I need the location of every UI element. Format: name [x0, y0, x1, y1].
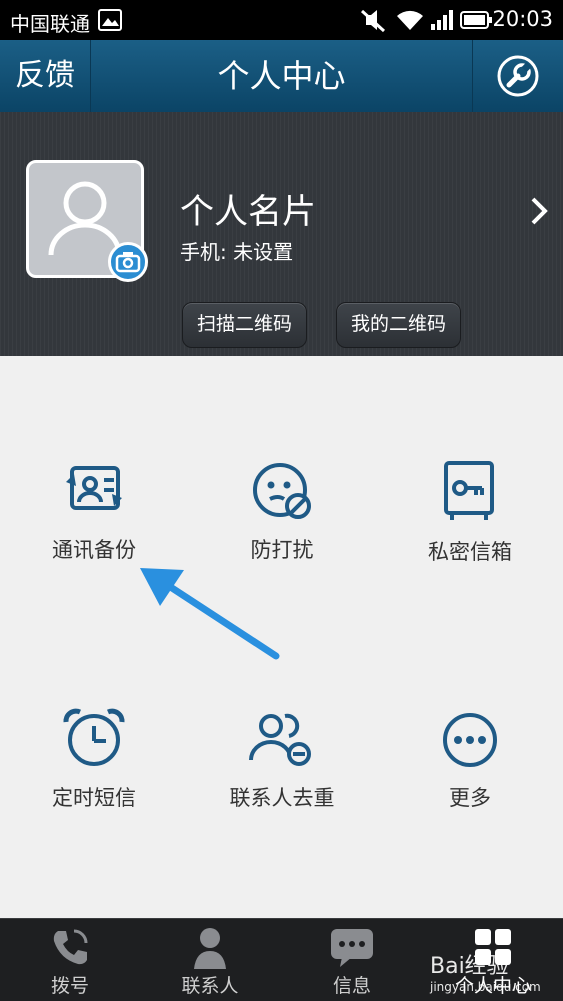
- phone-status: 手机: 未设置: [180, 240, 294, 264]
- nav-dialer[interactable]: 拨号: [0, 919, 140, 1001]
- scan-qr-button[interactable]: 扫描二维码: [182, 302, 308, 348]
- status-bar: 中国联通 20:03: [0, 0, 563, 40]
- grid-label: 联系人去重: [229, 786, 335, 810]
- nav-messages[interactable]: 信息: [282, 919, 422, 1001]
- my-qr-button[interactable]: 我的二维码: [336, 302, 462, 348]
- grid-item-scheduled-sms[interactable]: 定时短信: [0, 708, 188, 812]
- wifi-icon: [397, 10, 423, 30]
- carrier-name: 中国联通: [10, 12, 90, 36]
- nav-label: 信息: [332, 975, 371, 997]
- contact-backup-icon: [66, 466, 122, 510]
- chat-bubble-icon: [331, 929, 373, 967]
- grid-label: 更多: [449, 786, 491, 810]
- signal-icon: [431, 10, 453, 30]
- nav-label: 联系人: [181, 975, 239, 997]
- card-title: 个人名片: [180, 192, 316, 232]
- image-notification-icon: [98, 9, 122, 31]
- camera-button[interactable]: [108, 242, 148, 282]
- annotation-arrow-icon: [140, 568, 280, 660]
- contact-dedup-icon: [249, 713, 311, 766]
- alarm-clock-icon: [63, 708, 125, 766]
- profile-card[interactable]: 个人名片 手机: 未设置 扫描二维码 我的二维码: [0, 112, 563, 356]
- wrench-icon: [497, 55, 539, 97]
- grid-item-contact-dedup[interactable]: 联系人去重: [188, 708, 376, 812]
- nav-contacts[interactable]: 联系人: [140, 919, 280, 1001]
- grid-item-contact-backup[interactable]: 通讯备份: [0, 460, 188, 564]
- settings-button[interactable]: [472, 40, 563, 112]
- mute-icon: [360, 9, 386, 33]
- camera-icon: [115, 252, 141, 273]
- watermark-url: jingyan.baidu.com: [430, 980, 541, 994]
- do-not-disturb-icon: [253, 463, 311, 519]
- grid-item-private-inbox[interactable]: 私密信箱: [376, 460, 563, 566]
- more-icon: [443, 713, 497, 767]
- watermark-title: Bai经验: [430, 954, 509, 979]
- title-bar: 反馈 个人中心: [0, 40, 563, 112]
- baidu-watermark: Bai经验 jingyan.baidu.com: [430, 948, 541, 994]
- grid-item-more[interactable]: 更多: [376, 708, 563, 812]
- feedback-button[interactable]: 反馈: [0, 40, 91, 112]
- grid-item-do-not-disturb[interactable]: 防打扰: [188, 460, 376, 564]
- phone-icon: [53, 929, 88, 965]
- person-icon: [194, 928, 226, 969]
- clock: 20:03: [492, 7, 553, 31]
- page-title: 个人中心: [217, 57, 346, 95]
- nav-label: 拨号: [50, 975, 89, 997]
- battery-icon: [460, 11, 492, 29]
- chevron-right-icon[interactable]: [529, 196, 549, 226]
- private-safe-icon: [444, 461, 494, 520]
- grid-label: 私密信箱: [428, 540, 512, 564]
- grid-label: 定时短信: [52, 786, 136, 810]
